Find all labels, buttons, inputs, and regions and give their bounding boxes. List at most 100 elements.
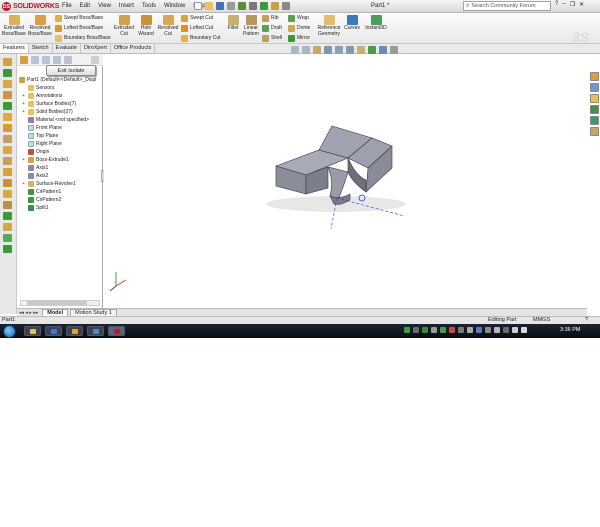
display-manager-tab-icon[interactable]: [64, 56, 72, 64]
feature-tree-tab-icon[interactable]: [20, 56, 28, 64]
tray-icon-8[interactable]: [467, 327, 473, 333]
tray-icon-3[interactable]: [422, 327, 428, 333]
view-orientation-icon[interactable]: [335, 46, 343, 54]
shell-button[interactable]: Shell: [262, 34, 282, 43]
menu-edit[interactable]: Edit: [76, 2, 94, 11]
tray-icon-5[interactable]: [440, 327, 446, 333]
tree-item-boss-extrude[interactable]: + Boss-Extrude1: [21, 156, 69, 163]
rectangle-tool-icon[interactable]: [3, 80, 12, 88]
close-icon[interactable]: ✕: [579, 1, 584, 8]
graphics-area[interactable]: [104, 46, 584, 308]
file-properties-icon[interactable]: [271, 2, 279, 10]
construction-tool-icon[interactable]: [3, 245, 12, 253]
tree-item-cirpattern2[interactable]: CirPattern2: [21, 196, 61, 203]
tree-item-origin[interactable]: Origin: [21, 148, 49, 155]
tree-item-right-plane[interactable]: Right Plane: [21, 140, 62, 147]
tree-item-sensors[interactable]: Sensors: [21, 84, 54, 91]
taskbar-browser-button[interactable]: [66, 326, 83, 336]
exit-isolate-button[interactable]: Exit Isolate: [46, 65, 96, 76]
extruded-boss-button[interactable]: Extruded Boss/Base: [2, 15, 26, 37]
tree-item-cirpattern1[interactable]: CirPattern1: [21, 188, 61, 195]
taskbar-clock[interactable]: 3:36 PM: [560, 327, 580, 333]
tab-navigation-arrows[interactable]: ◂◂ ◂ ▸ ▸▸: [17, 310, 40, 316]
previous-view-icon[interactable]: [313, 46, 321, 54]
tree-item-front-plane[interactable]: Front Plane: [21, 124, 62, 131]
tray-icon-7[interactable]: [458, 327, 464, 333]
dome-button[interactable]: Dome: [288, 24, 310, 33]
search-input[interactable]: Search Community Forum: [471, 3, 535, 9]
tray-icon-1[interactable]: [404, 327, 410, 333]
reference-geometry-button[interactable]: Reference Geometry: [314, 15, 344, 37]
circle-tool-icon[interactable]: [3, 91, 12, 99]
configuration-manager-tab-icon[interactable]: [42, 56, 50, 64]
tray-icon-12[interactable]: [503, 327, 509, 333]
design-library-icon[interactable]: [590, 83, 599, 92]
revolved-boss-button[interactable]: Revolved Boss/Base: [28, 15, 52, 37]
hide-show-items-icon[interactable]: [357, 46, 365, 54]
menu-window[interactable]: Window: [160, 2, 189, 11]
taskbar-media-button[interactable]: [45, 326, 62, 336]
menu-file[interactable]: File: [58, 2, 76, 11]
tab-office-products[interactable]: Office Products: [111, 44, 156, 53]
move-tool-icon[interactable]: [3, 212, 12, 220]
lofted-cut-button[interactable]: Lofted Cut: [181, 24, 213, 33]
network-icon[interactable]: [512, 327, 518, 333]
tree-item-solid-bodies[interactable]: + Solid Bodies(27): [21, 108, 73, 115]
menu-tools[interactable]: Tools: [138, 2, 160, 11]
tray-icon-11[interactable]: [494, 327, 500, 333]
status-help-icon[interactable]: ?: [585, 317, 588, 324]
tree-item-surface-bodies[interactable]: + Surface Bodies(7): [21, 100, 76, 107]
menu-view[interactable]: View: [94, 2, 115, 11]
tab-features[interactable]: Features: [0, 44, 29, 53]
trim-tool-icon[interactable]: [3, 124, 12, 132]
fillet-button[interactable]: Fillet: [225, 15, 241, 32]
property-manager-tab-icon[interactable]: [31, 56, 39, 64]
tray-icon-9[interactable]: [476, 327, 482, 333]
line-tool-icon[interactable]: [3, 69, 12, 77]
boundary-boss-button[interactable]: Boundary Boss/Base: [55, 34, 111, 43]
tab-sketch[interactable]: Sketch: [29, 44, 53, 53]
tree-root[interactable]: Part1 (Default<<Default>_Displ: [19, 76, 96, 83]
zoom-to-area-icon[interactable]: [302, 46, 310, 54]
tree-item-split[interactable]: Split1: [21, 204, 49, 211]
swept-cut-button[interactable]: Swept Cut: [181, 14, 213, 23]
status-units[interactable]: MMGS: [533, 317, 550, 324]
mirror-button[interactable]: Mirror: [288, 34, 310, 43]
swept-boss-button[interactable]: Swept Boss/Base: [55, 14, 103, 23]
view-settings-icon[interactable]: [390, 46, 398, 54]
minimize-icon[interactable]: –: [562, 1, 565, 8]
tree-item-top-plane[interactable]: Top Plane: [21, 132, 58, 139]
options-icon[interactable]: [282, 2, 290, 10]
tree-item-axis1[interactable]: Axis1: [21, 164, 48, 171]
tray-icon-2[interactable]: [413, 327, 419, 333]
sketch-tool-icon[interactable]: [3, 58, 12, 66]
lofted-boss-button[interactable]: Lofted Boss/Base: [55, 24, 103, 33]
solidworks-resources-icon[interactable]: [590, 72, 599, 81]
restore-icon[interactable]: ❐: [570, 1, 575, 8]
mirror-entities-icon[interactable]: [3, 146, 12, 154]
display-style-icon[interactable]: [346, 46, 354, 54]
tab-dimxpert[interactable]: DimXpert: [81, 44, 111, 53]
rib-button[interactable]: Rib: [262, 14, 279, 23]
boundary-cut-button[interactable]: Boundary Cut: [181, 34, 221, 43]
tree-item-surface-revolve[interactable]: + Surface-Revolve1: [21, 180, 76, 187]
tab-motion-study[interactable]: Motion Study 1: [70, 309, 117, 316]
rebuild-icon[interactable]: [260, 2, 268, 10]
feature-tree-scrollbar[interactable]: [20, 300, 100, 306]
hole-wizard-button[interactable]: Hole Wizard: [136, 15, 156, 37]
extruded-cut-button[interactable]: Extruded Cut: [113, 15, 135, 37]
scrollbar-thumb[interactable]: [27, 301, 87, 305]
undo-icon[interactable]: [238, 2, 246, 10]
appearances-icon[interactable]: [590, 116, 599, 125]
tab-evaluate[interactable]: Evaluate: [53, 44, 81, 53]
tray-icon-10[interactable]: [485, 327, 491, 333]
curves-button[interactable]: Curves: [343, 15, 361, 32]
tab-model[interactable]: Model: [42, 309, 69, 316]
tree-item-axis2[interactable]: Axis2: [21, 172, 48, 179]
chamfer-tool-icon[interactable]: [3, 190, 12, 198]
custom-properties-icon[interactable]: [590, 127, 599, 136]
zoom-to-fit-icon[interactable]: [291, 46, 299, 54]
help-icon[interactable]: ?: [555, 1, 558, 8]
menu-insert[interactable]: Insert: [115, 2, 138, 11]
linear-pattern-button[interactable]: Linear Pattern: [242, 15, 260, 37]
